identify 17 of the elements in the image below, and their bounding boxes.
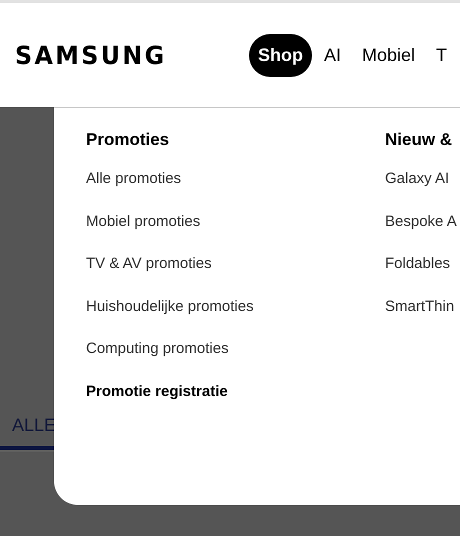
menu-link[interactable]: Bespoke A bbox=[385, 206, 457, 250]
menu-link[interactable]: Computing promoties bbox=[86, 334, 229, 377]
menu-link[interactable]: TV & AV promoties bbox=[86, 249, 212, 292]
menu-link[interactable]: SmartThin bbox=[385, 292, 454, 334]
menu-link[interactable]: Huishoudelijke promoties bbox=[86, 292, 254, 334]
menu-link[interactable]: Galaxy AI bbox=[385, 164, 450, 207]
menu-link[interactable]: Mobiel promoties bbox=[86, 206, 200, 250]
menu-heading: Nieuw & bbox=[385, 130, 454, 150]
logo[interactable]: SAMSUNG bbox=[15, 40, 164, 70]
nav-tab[interactable]: T bbox=[427, 34, 456, 76]
nav-tab[interactable]: Shop bbox=[249, 34, 312, 76]
menu-link[interactable]: Promotie registratie bbox=[86, 376, 228, 420]
menu-heading: Promoties bbox=[86, 130, 170, 150]
nav-tab[interactable]: AI bbox=[315, 34, 350, 76]
menu-link[interactable]: Foldables bbox=[385, 249, 450, 292]
menu-link[interactable]: Alle promoties bbox=[86, 164, 182, 207]
nav-tab[interactable]: Mobiel bbox=[353, 34, 424, 76]
